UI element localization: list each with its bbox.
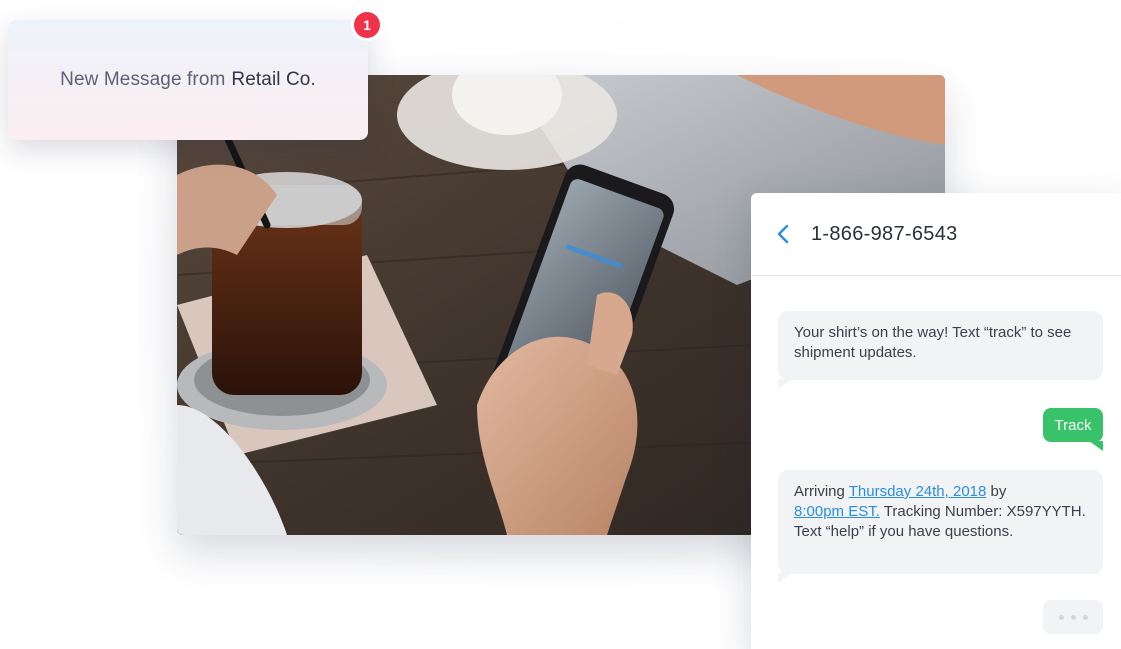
- contact-phone-number: 1-866-987-6543: [811, 222, 958, 245]
- chevron-left-icon[interactable]: [777, 223, 793, 245]
- new-message-notification[interactable]: New Message from Retail Co.: [8, 20, 368, 140]
- typing-dot: [1070, 614, 1076, 620]
- sms-conversation-panel: 1-866-987-6543 Your shirt’s on the way! …: [751, 193, 1121, 649]
- typing-indicator: [1043, 600, 1103, 634]
- notification-brand: Retail Co.: [231, 69, 316, 90]
- outgoing-message: Track: [1043, 408, 1103, 451]
- time-link[interactable]: 8:00pm EST.: [794, 503, 880, 520]
- message-mid: by: [986, 483, 1007, 500]
- incoming-message: Arriving Thursday 24th, 2018 by 8:00pm ES…: [778, 470, 1103, 583]
- date-link[interactable]: Thursday 24th, 2018: [849, 483, 987, 500]
- incoming-message: Your shirt’s on the way! Text “track” to…: [778, 311, 1103, 389]
- typing-dot: [1058, 614, 1064, 620]
- message-prefix: Arriving: [794, 483, 849, 500]
- conversation-header: 1-866-987-6543: [751, 193, 1121, 276]
- notification-text: New Message from: [60, 69, 226, 90]
- notification-count-badge: 1: [354, 12, 380, 38]
- typing-dot: [1082, 614, 1088, 620]
